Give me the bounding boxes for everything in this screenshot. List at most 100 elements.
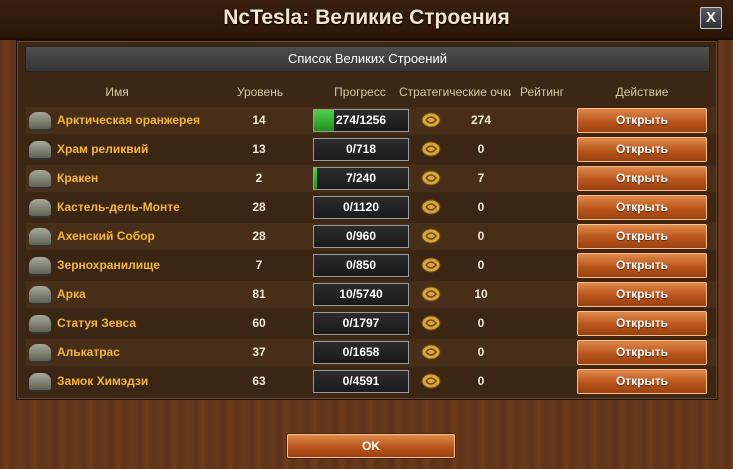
forge-points-icon <box>421 373 441 389</box>
table-row: Арка 81 10/5740 10 Открыть <box>26 281 716 308</box>
open-button[interactable]: Открыть <box>577 195 707 220</box>
building-level: 7 <box>255 258 263 272</box>
open-button[interactable]: Открыть <box>577 224 707 249</box>
progress-bar: 0/1797 <box>313 312 409 335</box>
forge-points-icon <box>421 199 441 215</box>
building-name[interactable]: Зернохранилище <box>57 258 160 272</box>
building-name[interactable]: Кракен <box>57 171 98 185</box>
building-name[interactable]: Ахенский Собор <box>57 229 155 243</box>
forge-points-icon <box>421 257 441 273</box>
progress-text: 0/850 <box>345 258 377 272</box>
progress-bar: 0/1120 <box>313 196 409 219</box>
panel-title: Список Великих Строений <box>288 51 447 66</box>
progress-bar: 0/718 <box>313 138 409 161</box>
open-button[interactable]: Открыть <box>577 253 707 278</box>
great-building-icon <box>29 344 51 363</box>
strategic-points-value: 0 <box>477 345 485 359</box>
strategic-points-value: 10 <box>474 287 488 301</box>
open-button[interactable]: Открыть <box>577 282 707 307</box>
table-row: Кастель-дель-Монте 28 0/1120 0 Открыть <box>26 194 716 221</box>
table-row: Зернохранилище 7 0/850 0 Открыть <box>26 252 716 279</box>
building-level: 28 <box>252 200 266 214</box>
progress-text: 0/4591 <box>342 374 380 388</box>
open-button[interactable]: Открыть <box>577 166 707 191</box>
great-building-icon <box>29 199 51 218</box>
close-icon[interactable]: X <box>700 7 722 29</box>
building-name[interactable]: Замок Химэдзи <box>57 374 148 388</box>
table-row: Ахенский Собор 28 0/960 0 Открыть <box>26 223 716 250</box>
progress-bar: 7/240 <box>313 167 409 190</box>
column-header-action: Действие <box>615 85 669 99</box>
forge-points-icon <box>421 141 441 157</box>
ok-button[interactable]: OK <box>287 434 455 458</box>
strategic-points-value: 0 <box>477 374 485 388</box>
table-row: Кракен 2 7/240 7 Открыть <box>26 165 716 192</box>
forge-points-icon <box>421 286 441 302</box>
building-level: 2 <box>255 171 263 185</box>
column-header-rating: Рейтинг <box>519 85 565 99</box>
progress-text: 0/1658 <box>342 345 380 359</box>
progress-bar: 0/4591 <box>313 370 409 393</box>
building-name[interactable]: Храм реликвий <box>57 142 148 156</box>
progress-text: 0/1797 <box>342 316 380 330</box>
great-building-icon <box>29 286 51 305</box>
table-row: Замок Химэдзи 63 0/4591 0 Открыть <box>26 368 716 395</box>
great-buildings-panel: Список Великих Строений Имя Уровень Прог… <box>16 40 718 400</box>
column-header-name: Имя <box>105 85 129 99</box>
open-button[interactable]: Открыть <box>577 340 707 365</box>
forge-points-icon <box>421 228 441 244</box>
progress-text: 0/1120 <box>342 200 380 214</box>
building-name[interactable]: Алькатрас <box>57 345 120 359</box>
column-header-progress: Прогресс <box>334 85 386 99</box>
table-row: Храм реликвий 13 0/718 0 Открыть <box>26 136 716 163</box>
forge-points-icon <box>421 112 441 128</box>
progress-bar: 10/5740 <box>313 283 409 306</box>
great-building-icon <box>29 373 51 392</box>
strategic-points-value: 0 <box>477 316 485 330</box>
progress-bar: 0/850 <box>313 254 409 277</box>
building-level: 60 <box>252 316 266 330</box>
building-level: 28 <box>252 229 266 243</box>
strategic-points-value: 7 <box>477 171 485 185</box>
progress-text: 10/5740 <box>339 287 383 301</box>
progress-bar: 274/1256 <box>313 109 409 132</box>
building-level: 13 <box>252 142 266 156</box>
great-building-icon <box>29 257 51 276</box>
building-level: 63 <box>252 374 266 388</box>
building-name[interactable]: Арка <box>57 287 86 301</box>
great-building-icon <box>29 112 51 131</box>
strategic-points-value: 0 <box>477 142 485 156</box>
table-row: Арктическая оранжерея 14 274/1256 274 Открыт… <box>26 107 716 134</box>
open-button[interactable]: Открыть <box>577 108 707 133</box>
column-header-strategic-points: Стратегические очки <box>399 85 511 99</box>
strategic-points-value: 0 <box>477 200 485 214</box>
panel-header: Список Великих Строений <box>25 46 710 72</box>
strategic-points-value: 0 <box>477 258 485 272</box>
building-level: 37 <box>252 345 266 359</box>
progress-text: 274/1256 <box>335 113 387 127</box>
title-bar: NcTesla: Великие Строения X <box>0 0 733 40</box>
window-title: NcTesla: Великие Строения <box>223 6 510 29</box>
great-building-icon <box>29 228 51 247</box>
building-name[interactable]: Статуя Зевса <box>57 316 136 330</box>
progress-text: 0/718 <box>345 142 377 156</box>
progress-bar: 0/960 <box>313 225 409 248</box>
open-button[interactable]: Открыть <box>577 311 707 336</box>
strategic-points-value: 274 <box>470 113 492 127</box>
building-name[interactable]: Арктическая оранжерея <box>57 113 200 127</box>
column-header-level: Уровень <box>236 85 284 99</box>
forge-points-icon <box>421 170 441 186</box>
forge-points-icon <box>421 344 441 360</box>
building-name[interactable]: Кастель-дель-Монте <box>57 200 180 214</box>
great-building-icon <box>29 141 51 160</box>
open-button[interactable]: Открыть <box>577 137 707 162</box>
great-building-icon <box>29 170 51 189</box>
open-button[interactable]: Открыть <box>577 369 707 394</box>
building-level: 14 <box>252 113 266 127</box>
strategic-points-value: 0 <box>477 229 485 243</box>
forge-points-icon <box>421 315 441 331</box>
table-row: Статуя Зевса 60 0/1797 0 Открыть <box>26 310 716 337</box>
progress-text: 0/960 <box>345 229 377 243</box>
table-row: Алькатрас 37 0/1658 0 Открыть <box>26 339 716 366</box>
great-building-icon <box>29 315 51 334</box>
